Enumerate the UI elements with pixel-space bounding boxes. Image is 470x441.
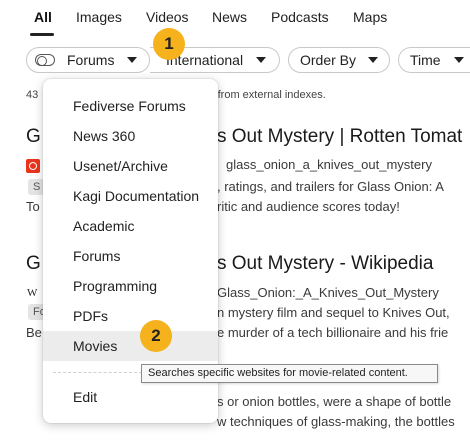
result-title-link[interactable]: s Out Mystery | Rotten Tomat: [217, 126, 462, 148]
menu-item-academic[interactable]: Academic: [43, 211, 218, 241]
result-title-link[interactable]: s Out Mystery - Wikipedia: [217, 253, 433, 275]
tab-all[interactable]: All: [34, 9, 52, 25]
search-type-tabs: All Images Videos News Podcasts Maps: [0, 0, 470, 36]
active-tab-indicator: [30, 33, 54, 36]
result-snippet: w techniques of glass-making, the bottle…: [217, 414, 455, 429]
result-snippet: ritic and audience scores today!: [217, 199, 400, 214]
menu-item-pdfs[interactable]: PDFs: [43, 301, 218, 331]
result-snippet: Be: [26, 325, 42, 340]
tab-videos[interactable]: Videos: [146, 9, 189, 25]
menu-item-usenet-archive[interactable]: Usenet/Archive: [43, 151, 218, 181]
menu-item-kagi-documentation[interactable]: Kagi Documentation: [43, 181, 218, 211]
results-count: 43: [26, 89, 39, 101]
lens-toggle-icon[interactable]: [35, 54, 55, 66]
result-url[interactable]: Glass_Onion:_A_Knives_Out_Mystery: [217, 285, 439, 300]
movies-tooltip: Searches specific websites for movie-rel…: [141, 364, 438, 383]
result-tag-chip[interactable]: Fo: [28, 304, 46, 320]
tab-news[interactable]: News: [212, 9, 247, 25]
menu-item-fediverse-forums[interactable]: Fediverse Forums: [43, 91, 218, 121]
result-snippet: e murder of a tech billionaire and his f…: [217, 325, 449, 340]
chevron-down-icon: [127, 57, 137, 63]
result-snippet: s or onion bottles, were a shape of bott…: [217, 394, 452, 409]
order-by-dropdown[interactable]: Order By: [288, 47, 390, 73]
time-filter-label: Time: [410, 52, 441, 68]
step-badge-1: 1: [153, 28, 185, 60]
tab-images[interactable]: Images: [76, 9, 122, 25]
result-snippet: To: [26, 199, 40, 214]
step-badge-2: 2: [140, 320, 172, 352]
lens-filter-label: Forums: [67, 52, 115, 68]
menu-item-movies[interactable]: Movies: [43, 331, 218, 361]
result-tag-chip[interactable]: S: [28, 179, 44, 195]
result-snippet: , ratings, and trailers for Glass Onion:…: [217, 179, 444, 194]
result-title-fragment[interactable]: G: [26, 253, 41, 275]
menu-item-programming[interactable]: Programming: [43, 271, 218, 301]
menu-item-forums[interactable]: Forums: [43, 241, 218, 271]
menu-item-edit[interactable]: Edit: [43, 382, 218, 412]
result-title-fragment[interactable]: G: [26, 126, 41, 148]
menu-item-news-360[interactable]: News 360: [43, 121, 218, 151]
chevron-down-icon: [256, 57, 266, 63]
results-info-text: ts from external indexes.: [206, 89, 326, 101]
chevron-down-icon: [368, 57, 378, 63]
result-snippet: n mystery film and sequel to Knives Out,: [217, 305, 450, 320]
tab-maps[interactable]: Maps: [353, 9, 387, 25]
time-filter-dropdown[interactable]: Time: [398, 47, 470, 73]
order-by-label: Order By: [300, 52, 357, 68]
result-url[interactable]: glass_onion_a_knives_out_mystery: [226, 157, 432, 172]
chevron-down-icon: [454, 57, 464, 63]
wikipedia-icon: W: [27, 287, 38, 299]
lens-filter-dropdown[interactable]: Forums: [26, 47, 150, 73]
tab-podcasts[interactable]: Podcasts: [271, 9, 329, 25]
rotten-tomatoes-icon: [26, 159, 40, 173]
